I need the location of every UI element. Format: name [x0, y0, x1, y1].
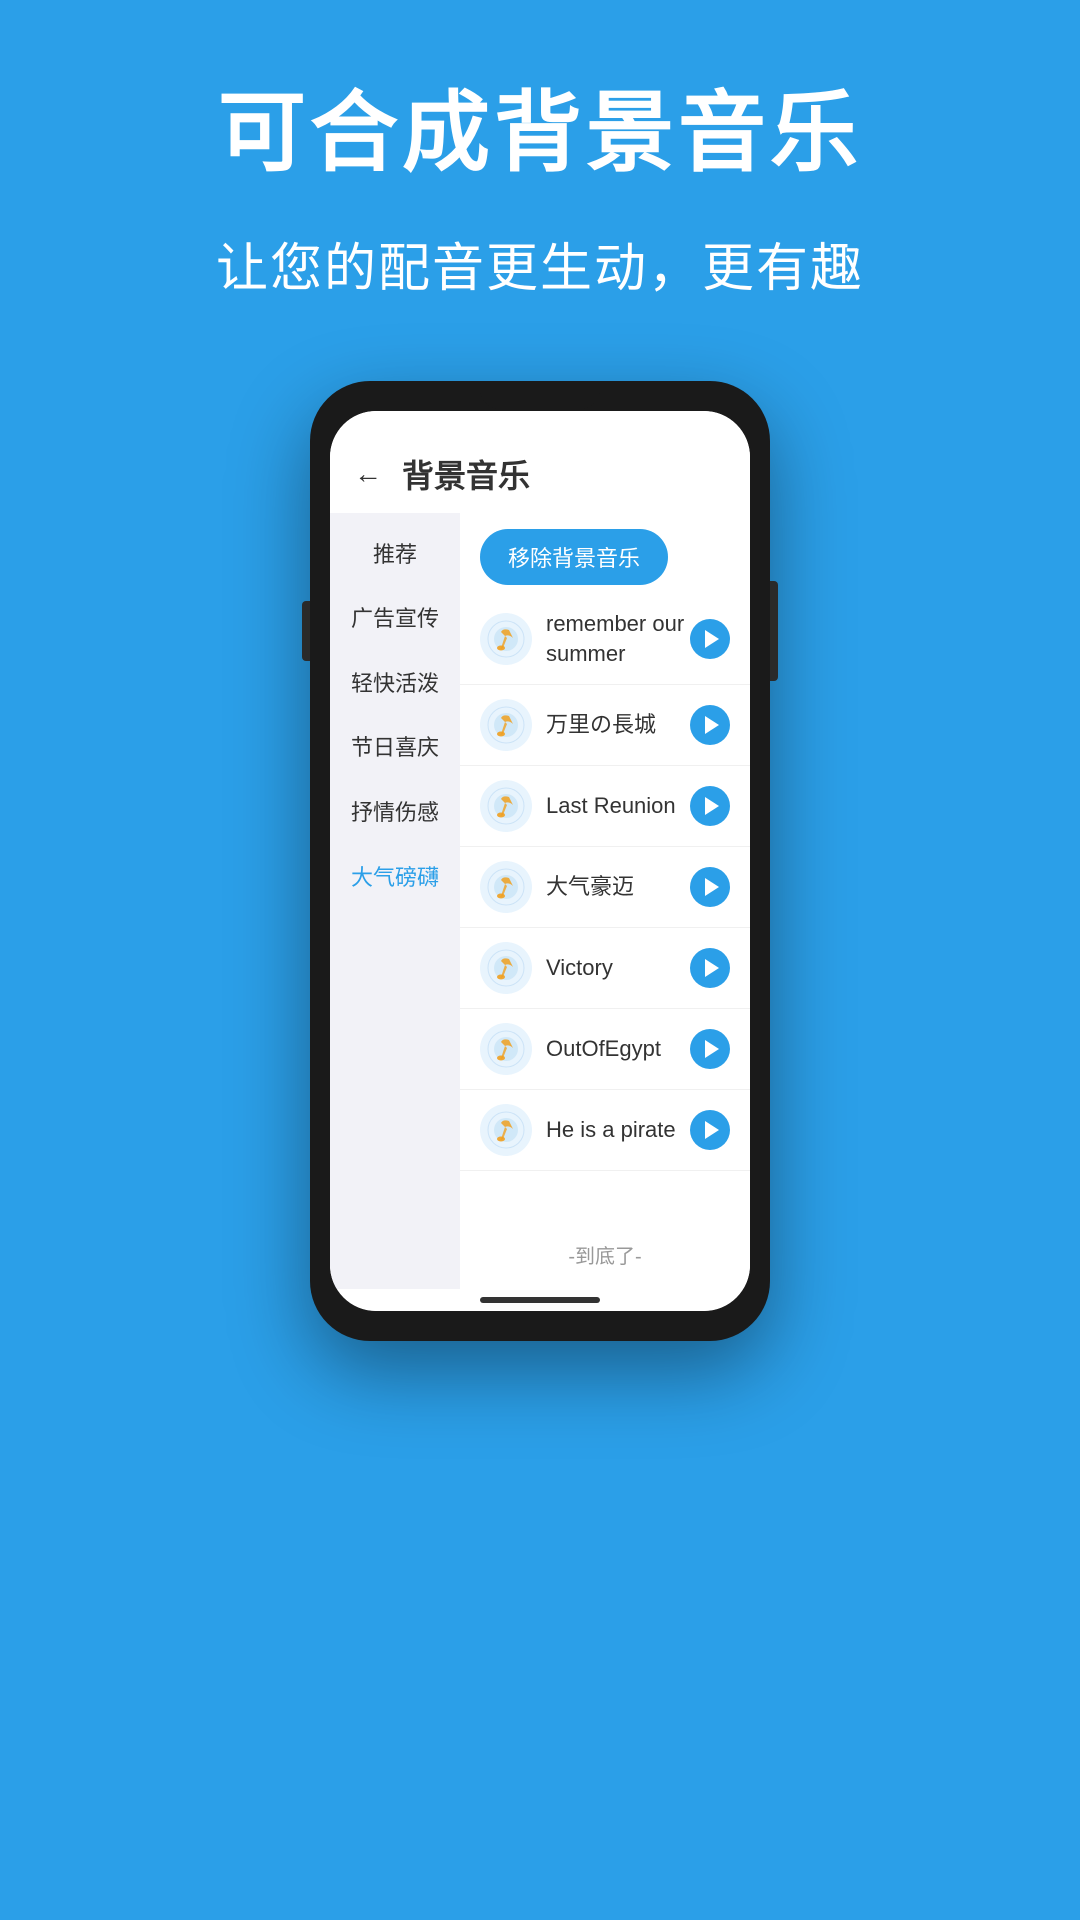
- sidebar: 推荐 广告宣传 轻快活泼 节日喜庆 抒情伤感 大气磅礴: [330, 513, 460, 1289]
- header-section: 可合成背景音乐 让您的配音更生动，更有趣: [0, 0, 1080, 361]
- sidebar-item-ad[interactable]: 广告宣传: [330, 587, 460, 652]
- music-name: Last Reunion: [546, 791, 690, 822]
- music-name: OutOfEgypt: [546, 1034, 690, 1065]
- list-item: OutOfEgypt: [460, 1009, 750, 1090]
- play-button[interactable]: [690, 948, 730, 988]
- sidebar-item-lyrical[interactable]: 抒情伤感: [330, 781, 460, 846]
- music-name: 万里の長城: [546, 710, 690, 741]
- music-icon: [480, 861, 532, 913]
- app-body: 推荐 广告宣传 轻快活泼 节日喜庆 抒情伤感 大气磅礴 移除背景音乐: [330, 513, 750, 1289]
- music-name: He is a pirate: [546, 1115, 690, 1146]
- back-button[interactable]: ←: [354, 458, 382, 490]
- music-icon: [480, 1023, 532, 1075]
- sub-title: 让您的配音更生动，更有趣: [0, 226, 1080, 301]
- play-button[interactable]: [690, 786, 730, 826]
- end-of-list-text: -到底了-: [460, 1220, 750, 1289]
- sidebar-item-recommended[interactable]: 推荐: [330, 523, 460, 588]
- play-button[interactable]: [690, 867, 730, 907]
- list-item: Last Reunion: [460, 766, 750, 847]
- app-screen-title: 背景音乐: [402, 451, 530, 497]
- list-item: 大气豪迈: [460, 847, 750, 928]
- app-header: ← 背景音乐: [330, 411, 750, 513]
- sidebar-item-epic[interactable]: 大气磅礴: [330, 846, 460, 911]
- main-title: 可合成背景音乐: [0, 80, 1080, 186]
- phone-screen: ← 背景音乐 推荐 广告宣传 轻快活泼 节日喜庆 抒情伤感 大气磅礴: [330, 411, 750, 1311]
- music-icon: [480, 1104, 532, 1156]
- list-item: Victory: [460, 928, 750, 1009]
- remove-bg-music-button[interactable]: 移除背景音乐: [480, 529, 668, 585]
- play-button[interactable]: [690, 619, 730, 659]
- music-icon: [480, 780, 532, 832]
- list-item: 万里の長城: [460, 685, 750, 766]
- sidebar-item-lively[interactable]: 轻快活泼: [330, 652, 460, 717]
- music-icon: [480, 942, 532, 994]
- phone-mockup: ← 背景音乐 推荐 广告宣传 轻快活泼 节日喜庆 抒情伤感 大气磅礴: [310, 381, 770, 1341]
- play-button[interactable]: [690, 705, 730, 745]
- phone-notch: [480, 381, 600, 409]
- play-button[interactable]: [690, 1029, 730, 1069]
- list-item: remember our summer: [460, 595, 750, 686]
- music-icon: [480, 613, 532, 665]
- play-button[interactable]: [690, 1110, 730, 1150]
- music-list: remember our summer: [460, 595, 750, 1220]
- home-indicator: [480, 1297, 600, 1303]
- main-content: 移除背景音乐: [460, 513, 750, 1289]
- music-name: remember our summer: [546, 609, 690, 671]
- sidebar-item-festival[interactable]: 节日喜庆: [330, 716, 460, 781]
- music-name: 大气豪迈: [546, 872, 690, 903]
- list-item: He is a pirate: [460, 1090, 750, 1171]
- remove-button-wrap: 移除背景音乐: [460, 513, 750, 595]
- music-name: Victory: [546, 953, 690, 984]
- music-icon: [480, 699, 532, 751]
